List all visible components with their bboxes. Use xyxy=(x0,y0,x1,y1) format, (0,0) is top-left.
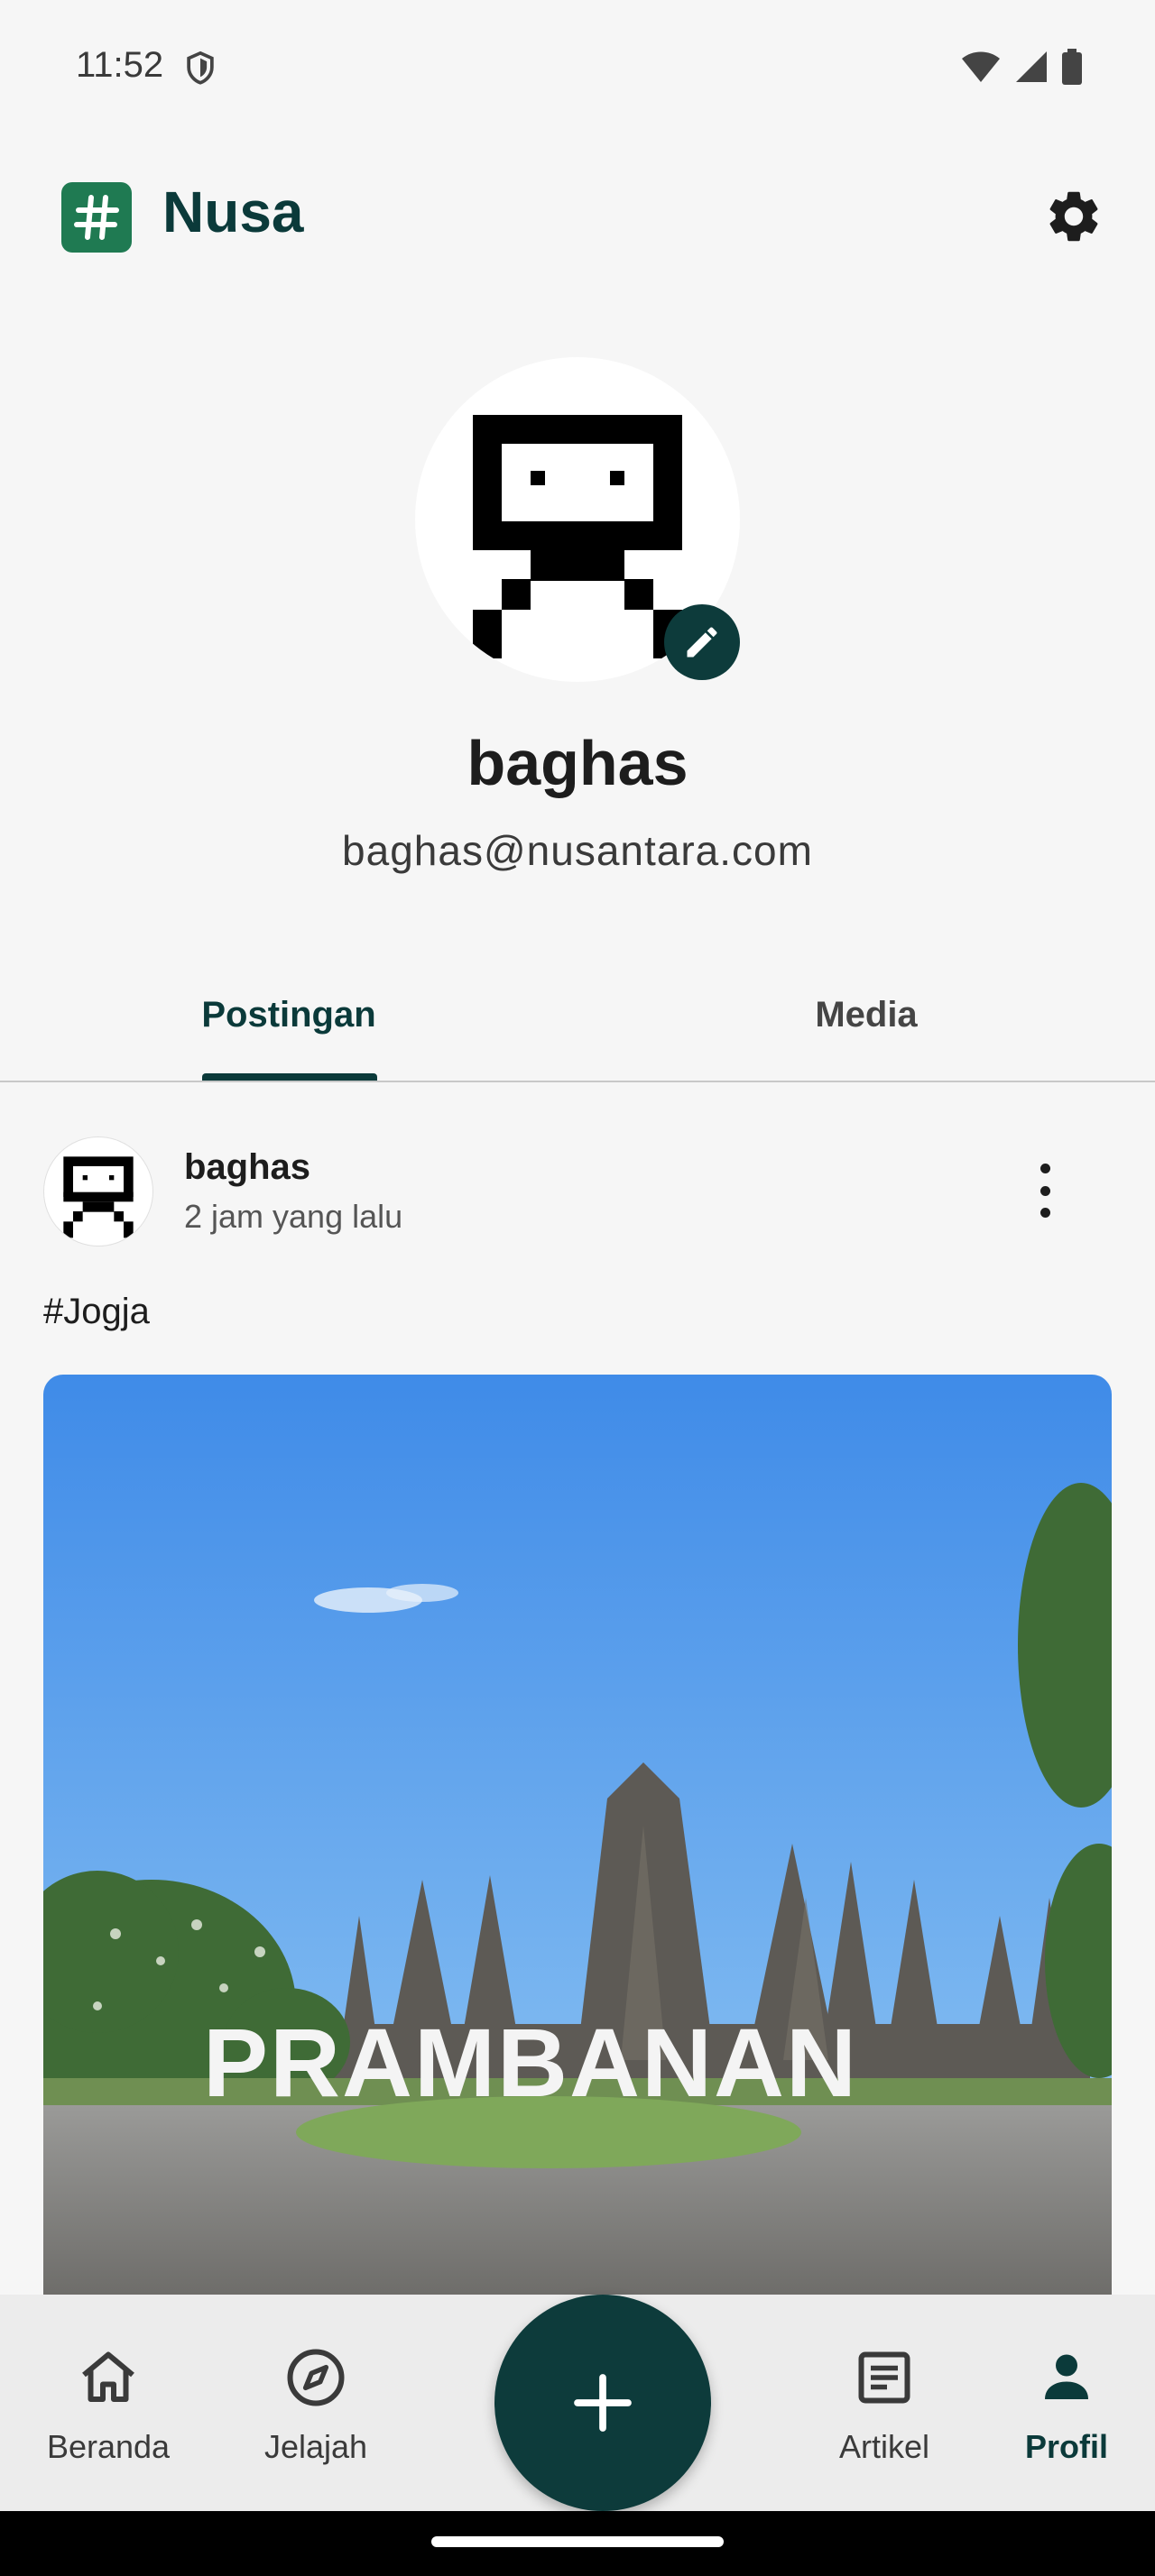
create-post-button[interactable] xyxy=(494,2295,711,2511)
wifi-icon xyxy=(962,51,1000,82)
status-icons xyxy=(960,49,1083,85)
article-icon xyxy=(858,2351,910,2404)
edit-avatar-button[interactable] xyxy=(664,604,740,680)
nav-beranda[interactable]: Beranda xyxy=(18,2295,199,2511)
nav-label-profil: Profil xyxy=(1024,2428,1108,2465)
post-text: #Jogja xyxy=(43,1292,150,1331)
nav-label-beranda: Beranda xyxy=(46,2428,171,2465)
post-author-avatar[interactable] xyxy=(43,1136,153,1247)
post-author-name[interactable]: baghas xyxy=(184,1147,310,1188)
hashtag-icon xyxy=(74,195,119,240)
home-indicator[interactable] xyxy=(431,2536,724,2547)
signal-icon xyxy=(1016,51,1047,82)
pencil-icon xyxy=(687,627,717,658)
app-logo xyxy=(61,182,132,253)
post-timestamp: 2 jam yang lalu xyxy=(184,1198,403,1235)
status-time: 11:52 xyxy=(76,45,164,85)
more-options-icon[interactable] xyxy=(1021,1164,1068,1218)
app-bar: Nusa xyxy=(0,171,1155,262)
profile-username: baghas xyxy=(467,728,688,798)
profile-tabs: Postingan Media xyxy=(0,956,1155,1082)
profile-email: baghas@nusantara.com xyxy=(342,827,813,874)
nav-label-jelajah: Jelajah xyxy=(263,2428,368,2465)
compass-icon xyxy=(287,2349,345,2406)
prambanan-photo: PRAMBANAN xyxy=(43,1375,1112,2295)
nav-artikel[interactable]: Artikel xyxy=(794,2295,975,2511)
home-icon xyxy=(82,2351,134,2402)
tab-indicator xyxy=(202,1073,377,1081)
app-title: Nusa xyxy=(162,179,304,244)
gear-icon[interactable] xyxy=(1043,186,1104,247)
prambanan-sign: PRAMBANAN xyxy=(203,2008,858,2117)
nav-jelajah[interactable]: Jelajah xyxy=(226,2295,406,2511)
person-icon xyxy=(1045,2354,1088,2399)
pixel-avatar-image xyxy=(63,1156,134,1238)
tab-postingan[interactable]: Postingan xyxy=(0,956,578,1081)
tab-media[interactable]: Media xyxy=(578,956,1155,1081)
nav-profil[interactable]: Profil xyxy=(976,2295,1155,2511)
shield-icon xyxy=(187,51,214,85)
status-bar: 11:52 xyxy=(0,0,1155,135)
plus-icon xyxy=(574,2374,632,2432)
battery-icon xyxy=(1062,49,1082,85)
nav-label-artikel: Artikel xyxy=(838,2428,930,2465)
post-image[interactable]: PRAMBANAN xyxy=(43,1375,1112,2295)
